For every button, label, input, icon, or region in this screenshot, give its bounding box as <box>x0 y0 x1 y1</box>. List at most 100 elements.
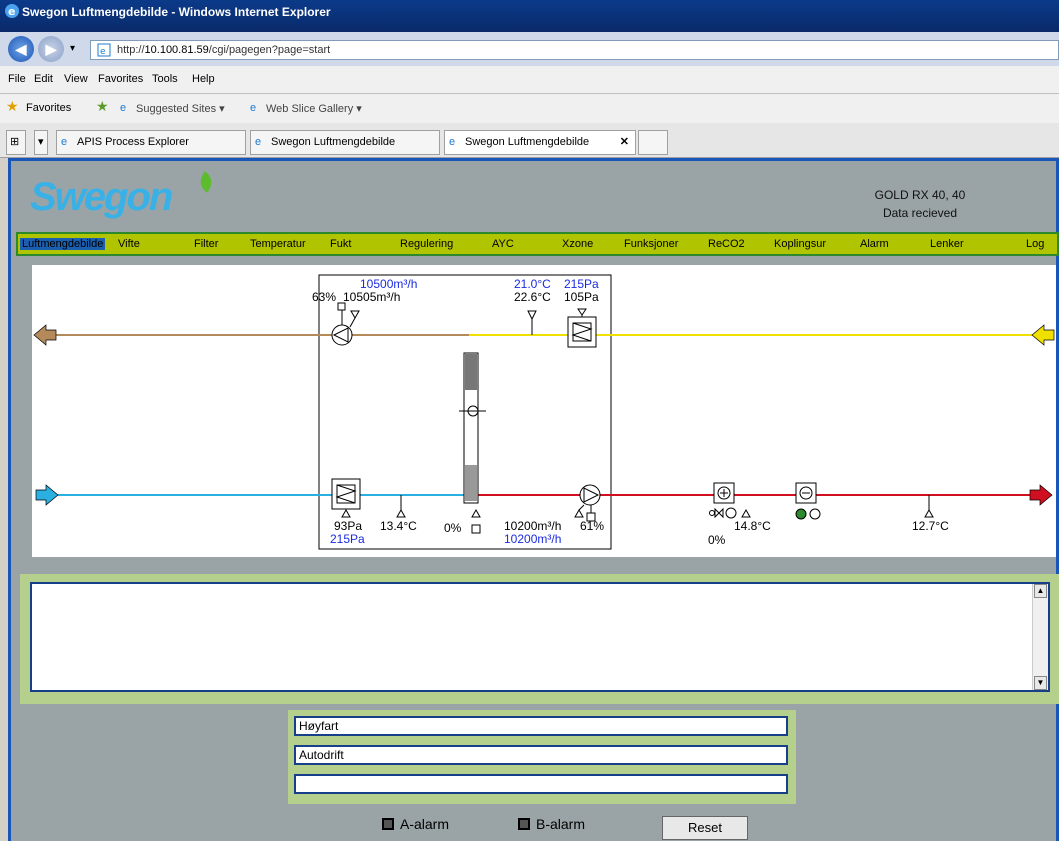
a-alarm-label: A-alarm <box>400 816 450 832</box>
extract-arrow-icon <box>1031 324 1055 346</box>
web-slice-link[interactable]: Web Slice Gallery ▾ <box>266 102 362 115</box>
a-alarm-indicator: A-alarm <box>382 816 449 832</box>
menu-view[interactable]: View <box>64 73 88 85</box>
message-scrollbar[interactable]: ▲ ▼ <box>1032 584 1048 690</box>
new-tab-button[interactable] <box>638 130 668 155</box>
diagram-graphics <box>33 274 1055 550</box>
b-alarm-lamp-icon <box>518 818 530 830</box>
b-alarm-indicator: B-alarm <box>518 816 585 832</box>
logo-text: Swegon <box>30 175 173 219</box>
data-status: Data recieved <box>882 206 958 220</box>
tab-label: Swegon Luftmengdebilde <box>465 136 590 148</box>
rotor-percent: 0% <box>444 521 462 535</box>
tab-swegon-2[interactable]: e Swegon Luftmengdebilde ✕ <box>444 130 636 155</box>
extra-mode-field <box>294 774 788 794</box>
exhaust-arrow-icon <box>33 324 57 346</box>
nav-regulering[interactable]: Regulering <box>400 238 453 250</box>
menu-file[interactable]: File <box>8 73 26 85</box>
exhaust-flow: 10505m³/h <box>343 290 401 304</box>
nav-filter[interactable]: Filter <box>194 238 218 250</box>
forward-button[interactable]: ▶ <box>38 36 64 62</box>
outdoor-temp: 13.4°C <box>380 519 417 533</box>
ie-tab-icon: e <box>61 136 68 148</box>
ie-logo-icon: e <box>4 3 20 22</box>
address-bar: ◀ ▶ ▾ e http://10.100.81.59/cgi/pagegen?… <box>0 32 1059 66</box>
back-button[interactable]: ◀ <box>8 36 34 62</box>
nav-lenker[interactable]: Lenker <box>930 238 964 250</box>
exhaust-fan-pressure-sensor <box>337 302 346 311</box>
history-dropdown-icon[interactable]: ▾ <box>70 43 75 54</box>
message-textarea[interactable]: ▲ ▼ <box>30 582 1050 692</box>
quick-tabs-icon[interactable]: ⊞ <box>6 130 26 155</box>
nav-fukt[interactable]: Fukt <box>330 238 351 250</box>
supply-arrow-icon <box>1029 484 1053 506</box>
menu-favorites[interactable]: Favorites <box>98 73 143 85</box>
exhaust-fan-speed: 63% <box>312 290 337 304</box>
outdoor-arrow-icon <box>35 484 59 506</box>
menu-edit[interactable]: Edit <box>34 73 53 85</box>
scroll-down-icon[interactable]: ▼ <box>1034 676 1047 690</box>
tab-label: Swegon Luftmengdebilde <box>271 136 396 148</box>
supply-temp-sensor-icon <box>924 508 934 518</box>
add-favorite-icon[interactable]: ★ <box>96 98 109 115</box>
heater-temp: 14.8°C <box>734 519 771 533</box>
url-host: 10.100.81.59 <box>144 44 209 56</box>
unit-status: GOLD RX 40, 40 Data recieved <box>860 186 980 222</box>
cooler-pump-icon <box>795 508 807 520</box>
extract-pressure: 105Pa <box>564 290 599 304</box>
window-titlebar: e Swegon Luftmengdebilde - Windows Inter… <box>0 0 1059 32</box>
extract-temp-sensor-icon <box>527 310 537 321</box>
reset-button[interactable]: Reset <box>662 816 748 840</box>
tab-list-dropdown-icon[interactable]: ▾ <box>34 130 48 155</box>
supply-fan-speed: 61% <box>580 519 605 533</box>
extract-temp: 22.6°C <box>514 290 551 304</box>
svg-text:e: e <box>100 47 106 57</box>
close-tab-icon[interactable]: ✕ <box>620 131 629 154</box>
swegon-logo: Swegon <box>30 171 216 220</box>
nav-vifte[interactable]: Vifte <box>118 238 140 250</box>
menu-bar: File Edit View Favorites Tools Help <box>0 66 1059 94</box>
tab-swegon-1[interactable]: e Swegon Luftmengdebilde <box>250 130 440 155</box>
scroll-up-icon[interactable]: ▲ <box>1034 584 1047 598</box>
nav-koplingsur[interactable]: Koplingsur <box>774 238 826 250</box>
nav-reco2[interactable]: ReCO2 <box>708 238 745 250</box>
nav-luftmengdebilde[interactable]: Luftmengdebilde <box>20 238 106 250</box>
ie-tab-icon: e <box>449 136 456 148</box>
rotor-sensor-icon <box>471 508 481 518</box>
suggested-sites-link[interactable]: Suggested Sites ▾ <box>136 102 225 115</box>
favorites-star-icon: ★ <box>6 98 19 114</box>
url-field[interactable]: e http://10.100.81.59/cgi/pagegen?page=s… <box>90 40 1059 60</box>
extract-pressure-setpoint: 215Pa <box>564 277 599 291</box>
window-title: Swegon Luftmengdebilde - Windows Interne… <box>22 5 331 19</box>
rotor-hatch-bottom <box>465 465 477 501</box>
operation-mode-field: Autodrift <box>294 745 788 765</box>
tab-bar: ⊞ ▾ e APIS Process Explorer e Swegon Luf… <box>0 123 1059 158</box>
favorites-bar: ★ Favorites ★ e Suggested Sites ▾ e Web … <box>0 94 1059 123</box>
nav-ayc[interactable]: AYC <box>492 238 514 250</box>
suggested-sites-icon: e <box>120 102 127 114</box>
nav-temperatur[interactable]: Temperatur <box>250 238 306 250</box>
supply-temp: 12.7°C <box>912 519 949 533</box>
nav-alarm[interactable]: Alarm <box>860 238 889 250</box>
nav-xzone[interactable]: Xzone <box>562 238 593 250</box>
unit-name: GOLD RX 40, 40 <box>874 188 966 202</box>
extract-temp-setpoint: 21.0°C <box>514 277 551 291</box>
tab-apis[interactable]: e APIS Process Explorer <box>56 130 246 155</box>
rotor-hatch-top <box>465 354 477 390</box>
url-prefix: http:// <box>117 44 145 56</box>
menu-tools[interactable]: Tools <box>152 73 178 85</box>
main-nav: Luftmengdebilde Vifte Filter Temperatur … <box>16 232 1059 256</box>
nav-log[interactable]: Log <box>1026 238 1044 250</box>
heater-valve-percent: 0% <box>708 533 726 547</box>
svg-text:e: e <box>8 5 15 18</box>
menu-help[interactable]: Help <box>192 73 215 85</box>
nav-funksjoner[interactable]: Funksjoner <box>624 238 678 250</box>
url-path: /cgi/pagegen?page=start <box>208 44 331 56</box>
mode-frame: Høyfart Autodrift <box>288 710 796 804</box>
outdoor-temp-sensor-icon <box>396 508 406 518</box>
speed-mode-field: Høyfart <box>294 716 788 736</box>
web-slice-icon: e <box>250 102 257 114</box>
tab-label: APIS Process Explorer <box>77 136 189 148</box>
favorites-button[interactable]: Favorites <box>26 102 71 114</box>
a-alarm-lamp-icon <box>382 818 394 830</box>
